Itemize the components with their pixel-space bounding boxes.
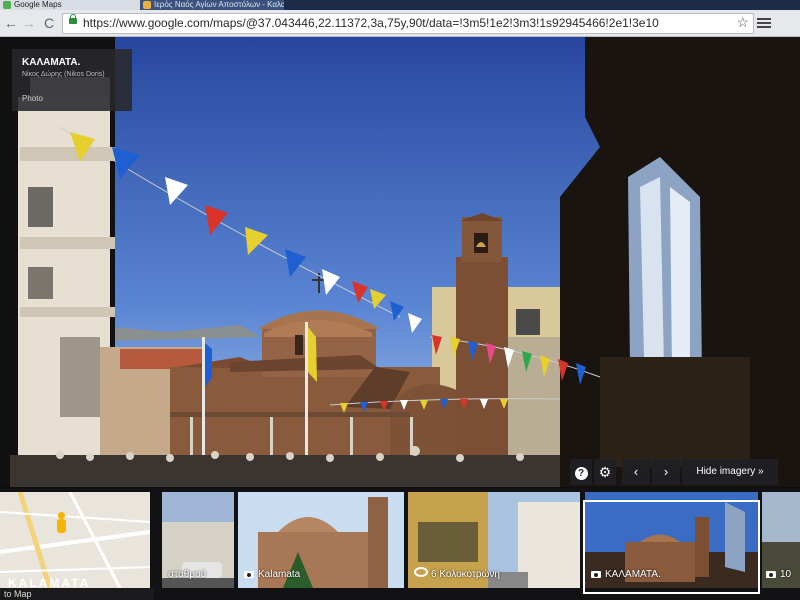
photo-author[interactable]: Νίκος Δώρης (Nikos Doris) bbox=[22, 71, 105, 78]
thumbnail-label: σταθμού bbox=[168, 569, 207, 580]
photo-thumbnail[interactable]: 6 Κολοκοτρώνη bbox=[408, 492, 580, 588]
photo-thumbnail[interactable]: Kalamata bbox=[238, 492, 404, 588]
hide-imagery-button[interactable]: Hide imagery » bbox=[682, 459, 778, 485]
tab-strip: Google Maps Ιερός Ναός Αγίων Αποστόλων -… bbox=[0, 0, 800, 10]
browser-toolbar: ← → C https://www.google.com/maps/@37.04… bbox=[0, 10, 800, 37]
settings-icon[interactable]: ⚙ bbox=[594, 459, 616, 485]
photo-thumbnail[interactable]: σταθμού bbox=[162, 492, 234, 588]
thumbnail-label: 6 Κολοκοτρώνη bbox=[414, 567, 500, 580]
photo-thumbnail[interactable]: 10 bbox=[762, 492, 800, 588]
photo-filmstrip: KALAMATA σταθμού Kalamata 6 Κολοκοτρώνη bbox=[0, 488, 800, 600]
photo-thumbnail-selected[interactable]: ΚΑΛΑΜΑΤΑ. bbox=[585, 492, 758, 588]
google-maps-favicon-icon bbox=[3, 1, 11, 9]
map-preview bbox=[0, 492, 150, 588]
help-button[interactable]: ? bbox=[570, 459, 592, 485]
map-city-label: KALAMATA bbox=[8, 576, 91, 588]
place-name[interactable]: ΚΑΛΑΜΑΤΑ. bbox=[22, 57, 80, 68]
thumbnail-label: 10 bbox=[766, 569, 791, 580]
imagery-controls: ? ⚙ ‹ › Hide imagery » bbox=[570, 459, 780, 487]
photo-type-label: Photo bbox=[22, 94, 43, 103]
back-to-map-link[interactable]: to Map bbox=[0, 588, 154, 600]
star-icon[interactable]: ☆ bbox=[736, 14, 749, 31]
street-view-icon bbox=[414, 567, 428, 577]
camera-icon bbox=[591, 571, 601, 578]
camera-icon bbox=[244, 571, 254, 578]
chevron-right-icon[interactable]: › bbox=[652, 459, 680, 485]
menu-icon[interactable] bbox=[757, 16, 771, 30]
help-icon: ? bbox=[574, 467, 588, 480]
tab-google-maps[interactable]: Google Maps bbox=[0, 0, 144, 10]
pegman-icon[interactable] bbox=[56, 512, 66, 534]
map-thumbnail[interactable]: KALAMATA bbox=[0, 492, 150, 588]
forward-icon[interactable]: → bbox=[20, 14, 38, 32]
thumbnail-label: ΚΑΛΑΜΑΤΑ. bbox=[591, 569, 661, 580]
camera-icon bbox=[766, 571, 776, 578]
photo-viewer[interactable]: ΚΑΛΑΜΑΤΑ. Νίκος Δώρης (Nikos Doris) Phot… bbox=[0, 37, 800, 487]
tab-church-page[interactable]: Ιερός Ναός Αγίων Αποστόλων - Καλαμάτα bbox=[140, 0, 284, 10]
page-favicon-icon bbox=[143, 1, 151, 9]
chevron-left-icon[interactable]: ‹ bbox=[622, 459, 650, 485]
reload-icon[interactable]: C bbox=[40, 14, 58, 32]
url-text[interactable]: https://www.google.com/maps/@37.043446,2… bbox=[83, 16, 659, 30]
lock-icon bbox=[69, 14, 77, 24]
thumbnail-label: Kalamata bbox=[244, 569, 300, 580]
address-bar[interactable]: https://www.google.com/maps/@37.043446,2… bbox=[62, 13, 754, 34]
tab-label: Google Maps bbox=[14, 0, 62, 9]
back-icon[interactable]: ← bbox=[2, 14, 20, 32]
tab-label: Ιερός Ναός Αγίων Αποστόλων - Καλαμάτα bbox=[154, 0, 284, 9]
photo-info-card: ΚΑΛΑΜΑΤΑ. Νίκος Δώρης (Nikos Doris) Phot… bbox=[12, 49, 132, 111]
